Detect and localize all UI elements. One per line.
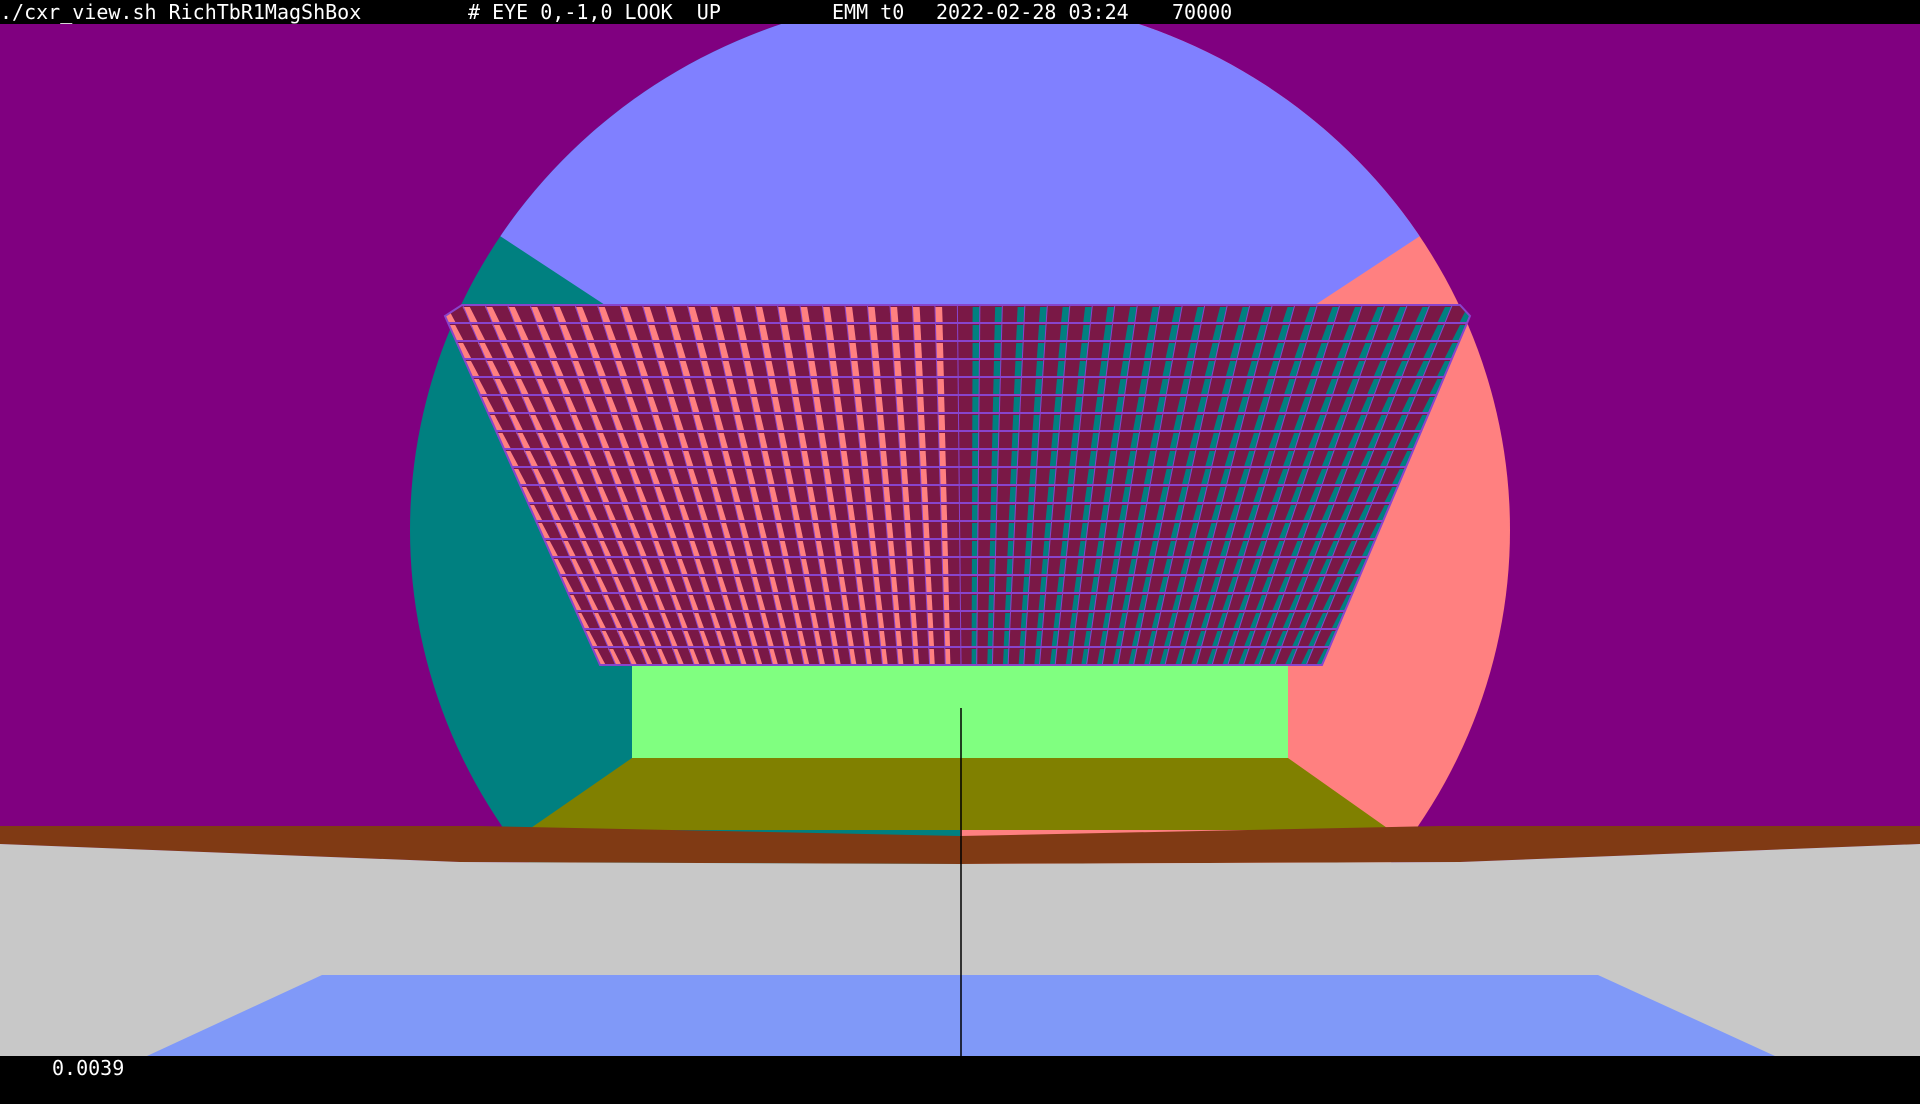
grid-cell-side [934,307,943,322]
emm-text: EMM t0 [832,0,905,24]
grid-cell-side [994,325,1002,340]
grid-cell-side [971,523,978,538]
datetime-text: 2022-02-28 03:24 [936,0,1129,24]
grid-cell-side [941,541,948,556]
grid-cell-side [972,469,979,484]
grid-cell-side [971,631,978,646]
grid-cell-side [988,577,995,592]
grid-cell-side [993,379,1001,394]
grid-cell-side [971,577,978,592]
grid-cell-side [972,361,980,376]
grid-cell-side [991,469,998,484]
grid-cell-side [989,523,997,538]
grid-cell-side [971,541,978,556]
grid-cell-side [941,523,948,538]
eye-look-text: # EYE 0,-1,0 LOOK UP [468,0,721,24]
grid-cell-side [936,361,944,376]
grid-cell-side [992,397,1000,412]
grid-cell-side [935,343,944,358]
grid-cell-side [992,415,1000,430]
grid-cell-side [994,307,1003,322]
title-bar: ./cxr_view.sh RichTbR1MagShBox # EYE 0,-… [0,0,1920,24]
grid-cell-side [1016,325,1025,340]
grid-cell-side [991,451,999,466]
grid-cell-side [972,415,979,430]
status-bar: 0.0039 [0,1056,1920,1080]
count-text: 70000 [1172,0,1233,24]
grid-cell-side [972,487,979,502]
box-front-face [632,665,1288,758]
grid-cell-side [940,505,948,520]
grid-cell-side [1016,307,1025,322]
grid-cell-side [912,307,921,322]
grid-cell-side [972,397,980,412]
grid-cell-side [936,379,945,394]
grid-cell-side [972,307,980,322]
render-viewport[interactable] [0,24,1920,1056]
grid-cell-side [972,433,979,448]
grid-cell-side [972,451,979,466]
grid-cell-side [938,433,946,448]
grid-cell-side [971,613,978,628]
grid-cell-side [942,559,949,574]
grid-cell-side [993,343,1002,358]
grid-cell-side [972,379,980,394]
grid-cell-side [993,361,1001,376]
grid-cell-side [938,415,946,430]
grid-cell-side [971,595,978,610]
grid-cell-side [990,505,997,520]
status-value: 0.0039 [52,1056,125,1080]
box-floor [528,758,1390,830]
grid-cell-side [972,343,980,358]
grid-cell-side [971,559,978,574]
grid-cell-side [972,325,980,340]
grid-cell-side [939,451,946,466]
grid-cell-side [971,505,979,520]
grid-cell-side [989,541,996,556]
command-text: ./cxr_view.sh RichTbR1MagShBox [0,0,362,24]
grid-cell-side [991,433,999,448]
grid-cell-side [989,559,996,574]
magnetic-shield-grid [445,305,1470,665]
grid-cell-side [935,325,944,340]
scene-canvas[interactable] [0,24,1920,1056]
grid-cell-side [940,487,947,502]
grid-cell-side [990,487,998,502]
grid-cell-side [939,469,947,484]
grid-cell-side [971,649,977,664]
grid-cell-side [937,397,945,412]
